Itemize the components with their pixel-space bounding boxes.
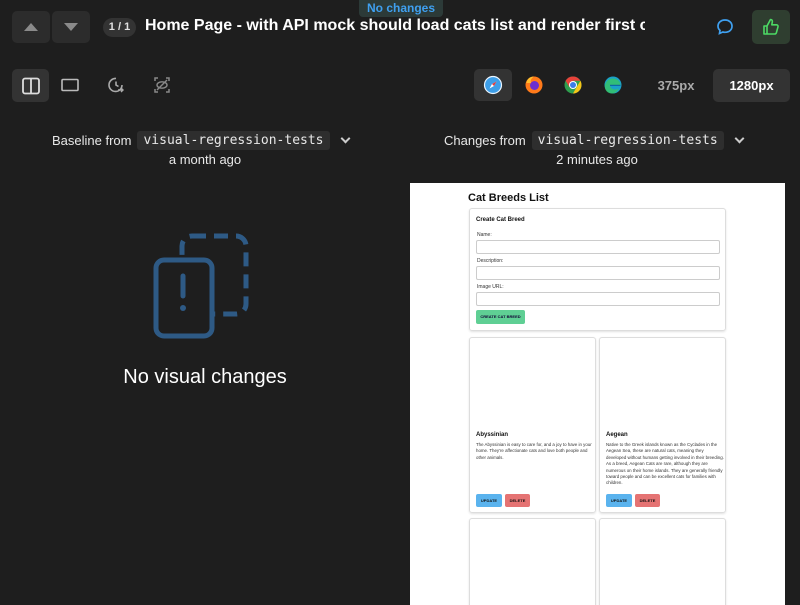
preview-form-title: Create Cat Breed xyxy=(476,217,525,223)
preview-card-name: Abyssinian xyxy=(476,432,509,438)
no-changes-icon xyxy=(153,233,249,339)
approve-button[interactable] xyxy=(752,10,790,44)
preview-card-description: The Abyssinian is easy to care for, and … xyxy=(476,442,592,460)
preview-card: Aegean Native to the Greek islands known… xyxy=(599,337,726,513)
firefox-icon xyxy=(525,76,543,94)
browser-edge-button[interactable] xyxy=(594,69,632,101)
preview-page-title: Cat Breeds List xyxy=(468,192,549,204)
baseline-prefix: Baseline from xyxy=(52,133,132,148)
snapshot-preview[interactable]: Cat Breeds List Create Cat Breed Name: D… xyxy=(410,183,785,605)
browser-firefox-button[interactable] xyxy=(515,69,553,101)
preview-name-input xyxy=(476,240,720,254)
changes-branch: visual-regression-tests xyxy=(531,131,724,150)
next-snapshot-button[interactable] xyxy=(52,11,90,43)
split-view-icon xyxy=(21,77,40,94)
changes-prefix: Changes from xyxy=(444,133,526,148)
chevron-down-icon[interactable] xyxy=(734,133,745,144)
page-title: Home Page - with API mock should load ca… xyxy=(145,17,645,34)
comment-icon xyxy=(717,19,733,35)
ignore-region-button[interactable] xyxy=(144,69,180,101)
browser-safari-button[interactable] xyxy=(474,69,512,101)
status-badge: No changes xyxy=(359,0,443,17)
changes-source: Changes from visual-regression-tests xyxy=(444,131,745,150)
preview-update-button: UPDATE xyxy=(476,494,502,507)
baseline-time: a month ago xyxy=(168,152,242,167)
preview-update-button: UPDATE xyxy=(606,494,632,507)
preview-create-button: CREATE CAT BREED xyxy=(476,310,525,324)
chevron-down-icon xyxy=(64,23,78,31)
history-icon xyxy=(108,77,124,93)
ignore-region-icon xyxy=(154,77,170,93)
preview-card-description: Native to the Greek islands known as the… xyxy=(606,442,724,486)
browser-chrome-button[interactable] xyxy=(554,69,592,101)
preview-description-input xyxy=(476,266,720,280)
preview-card: Abyssinian The Abyssinian is easy to car… xyxy=(469,337,596,513)
changes-time: 2 minutes ago xyxy=(556,152,638,167)
width-1280-button[interactable]: 1280px xyxy=(713,69,790,102)
preview-description-label: Description: xyxy=(477,258,504,264)
chrome-icon xyxy=(564,76,582,94)
safari-icon xyxy=(483,75,503,95)
snapshot-counter: 1 / 1 xyxy=(103,18,136,37)
baseline-source: Baseline from visual-regression-tests xyxy=(52,131,350,150)
chevron-up-icon xyxy=(24,23,38,31)
previous-snapshot-button[interactable] xyxy=(12,11,50,43)
comment-button[interactable] xyxy=(710,12,740,42)
width-375-button[interactable]: 375px xyxy=(648,69,704,102)
single-view-icon xyxy=(61,78,79,92)
chevron-down-icon[interactable] xyxy=(340,133,350,144)
preview-delete-button: DELETE xyxy=(635,494,660,507)
history-button[interactable] xyxy=(98,69,134,101)
split-view-button[interactable] xyxy=(12,69,49,102)
preview-image-input xyxy=(476,292,720,306)
empty-state-message: No visual changes xyxy=(123,366,287,388)
preview-card xyxy=(599,518,726,605)
preview-card xyxy=(469,518,596,605)
preview-card-name: Aegean xyxy=(606,432,628,438)
baseline-branch: visual-regression-tests xyxy=(137,131,330,150)
preview-image-label: Image URL: xyxy=(477,284,504,290)
thumbs-up-icon xyxy=(763,18,779,35)
preview-create-form: Create Cat Breed Name: Description: Imag… xyxy=(469,208,726,331)
single-view-button[interactable] xyxy=(52,69,88,101)
preview-delete-button: DELETE xyxy=(505,494,530,507)
edge-icon xyxy=(604,76,622,94)
preview-name-label: Name: xyxy=(477,232,492,238)
